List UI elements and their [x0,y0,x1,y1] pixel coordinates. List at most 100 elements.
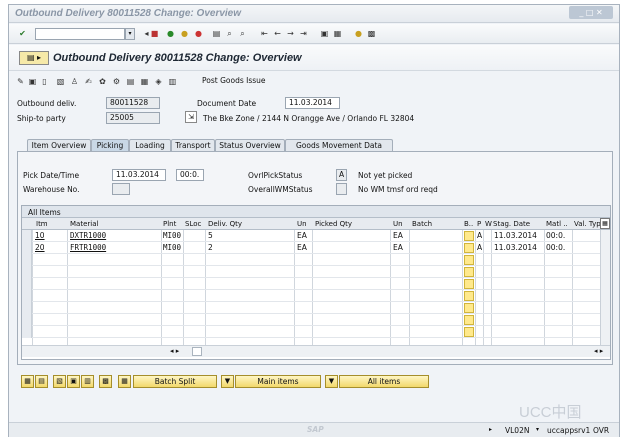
row-selector[interactable] [22,230,32,242]
pick-date-field[interactable]: 11.03.2014 [112,169,166,181]
transaction-code[interactable]: VL02N [505,426,529,435]
documents-icon[interactable]: ▤ [125,76,136,87]
pick-time-field[interactable]: 00:0. [176,169,204,181]
next-page-icon[interactable]: → [285,28,296,39]
partner-icon[interactable]: ♙ [69,76,80,87]
table-row[interactable]: 10 DXTR1000 MI00 5 EA EA A 11.03.2014 00… [22,230,610,242]
chevron-down-icon[interactable]: ▾ [125,28,135,40]
col-header-b[interactable]: B.. [464,220,473,228]
cell-deliv-qty[interactable]: 2 [208,243,213,252]
cell-itm[interactable]: 20 [35,243,45,252]
table-row-empty[interactable] [22,314,610,326]
cell-material[interactable]: DXTR1000 [70,231,106,240]
col-header-sloc[interactable]: SLoc [185,220,201,228]
select-all-icon[interactable]: ▦ [21,375,34,388]
shortcut-icon[interactable]: ▦ [332,28,343,39]
print-icon[interactable]: ▤ [211,28,222,39]
customize-icon[interactable]: ▩ [366,28,377,39]
warehouse-field[interactable] [112,183,130,195]
col-header-batch[interactable]: Batch [412,220,432,228]
horizontal-scrollbar[interactable]: ◂ ▸ ◂ ▸ [22,345,610,357]
cell-stag-date[interactable]: 11.03.2014 [494,231,537,240]
all-items-button[interactable]: All items [339,375,429,388]
cell-matl[interactable]: 00:0. [546,243,565,252]
address-icon[interactable]: ⇲ [185,111,197,123]
batch-split-button[interactable]: Batch Split [133,375,217,388]
table-row-empty[interactable] [22,302,610,314]
last-page-icon[interactable]: ⇥ [298,28,309,39]
status-expand-icon[interactable]: ▸ [489,426,492,433]
table-row-empty[interactable] [22,290,610,302]
sap-menu-icon[interactable]: ▤ ▸ [19,51,49,65]
back-icon[interactable]: ● [165,28,176,39]
ovrl-pick-status-field[interactable]: A [336,169,347,181]
exit-icon[interactable]: ● [179,28,190,39]
cell-plnt[interactable]: MI00 [163,231,181,240]
table-row[interactable]: 20 FRTR1000 MI00 2 EA EA A 11.03.2014 00… [22,242,610,254]
new-session-icon[interactable]: ▣ [319,28,330,39]
cell-matl[interactable]: 00:0. [546,231,565,240]
copy-icon[interactable]: ▧ [55,76,66,87]
find-item-icon[interactable]: ▩ [99,375,112,388]
item-details-icon[interactable]: ▧ [53,375,66,388]
save-icon[interactable]: ■ [149,28,160,39]
col-header-deliv-qty[interactable]: Deliv. Qty [208,220,242,228]
batch-indicator[interactable] [464,243,474,253]
cell-deliv-qty[interactable]: 5 [208,231,213,240]
find-icon[interactable]: ⌕ [224,28,235,39]
vertical-scrollbar[interactable] [600,230,610,345]
overall-wm-status-field[interactable] [336,183,347,195]
all-items-icon[interactable]: ▼ [325,375,338,388]
table-row-empty[interactable] [22,278,610,290]
post-goods-issue-button[interactable]: Post Goods Issue [202,76,266,85]
cell-un2[interactable]: EA [393,243,403,252]
cell-itm[interactable]: 10 [35,231,45,240]
cell-un[interactable]: EA [297,243,307,252]
table-row-empty[interactable] [22,326,610,338]
deselect-all-icon[interactable]: ▤ [35,375,48,388]
col-header-itm[interactable]: Itm [36,220,48,228]
serial-icon[interactable]: ▥ [167,76,178,87]
col-header-un2[interactable]: Un [393,220,403,228]
cell-un2[interactable]: EA [393,231,403,240]
outbound-deliv-field[interactable]: 80011528 [106,97,160,109]
scroll-right-icon[interactable]: ◂ ▸ [594,347,603,355]
batch-split-icon[interactable]: ▦ [118,375,131,388]
col-header-picked-qty[interactable]: Picked Qty [315,220,352,228]
scroll-left-icon[interactable]: ◂ ▸ [170,347,179,355]
batch-indicator[interactable] [464,231,474,241]
document-date-field[interactable]: 11.03.2014 [285,97,340,109]
picking-icon[interactable]: ▦ [139,76,150,87]
settings-icon[interactable]: ⚙ [111,76,122,87]
col-header-w[interactable]: W [485,220,492,228]
col-header-stag-date[interactable]: Stag. Date [493,220,530,228]
col-header-material[interactable]: Material [70,220,98,228]
table-settings-icon[interactable]: ▦ [600,218,610,229]
cancel-icon[interactable]: ● [193,28,204,39]
main-items-button[interactable]: Main items [235,375,321,388]
texts-icon[interactable]: ✍ [83,76,94,87]
delete-icon[interactable]: ▯ [39,76,50,87]
col-header-un[interactable]: Un [297,220,307,228]
display-change-icon[interactable]: ✎ [15,76,26,87]
batch-icon[interactable]: ◈ [153,76,164,87]
row-selector[interactable] [22,242,32,254]
cell-material[interactable]: FRTR1000 [70,243,106,252]
prev-page-icon[interactable]: ← [272,28,283,39]
cell-plnt[interactable]: MI00 [163,243,181,252]
insert-mode[interactable]: OVR [593,426,609,435]
delete-item-icon[interactable]: ▥ [81,375,94,388]
status-icon[interactable]: ✿ [97,76,108,87]
insert-item-icon[interactable]: ▣ [67,375,80,388]
first-page-icon[interactable]: ⇤ [259,28,270,39]
table-row-empty[interactable] [22,254,610,266]
col-header-plnt[interactable]: Plnt [163,220,176,228]
cell-un[interactable]: EA [297,231,307,240]
enter-icon[interactable]: ✔ [17,28,28,39]
transaction-dropdown-icon[interactable]: ▾ [536,426,539,433]
ship-to-field[interactable]: 25005 [106,112,160,124]
table-row-empty[interactable] [22,266,610,278]
window-controls[interactable]: _ □ ✕ [569,6,613,19]
cell-stag-date[interactable]: 11.03.2014 [494,243,537,252]
header-icon[interactable]: ▣ [27,76,38,87]
